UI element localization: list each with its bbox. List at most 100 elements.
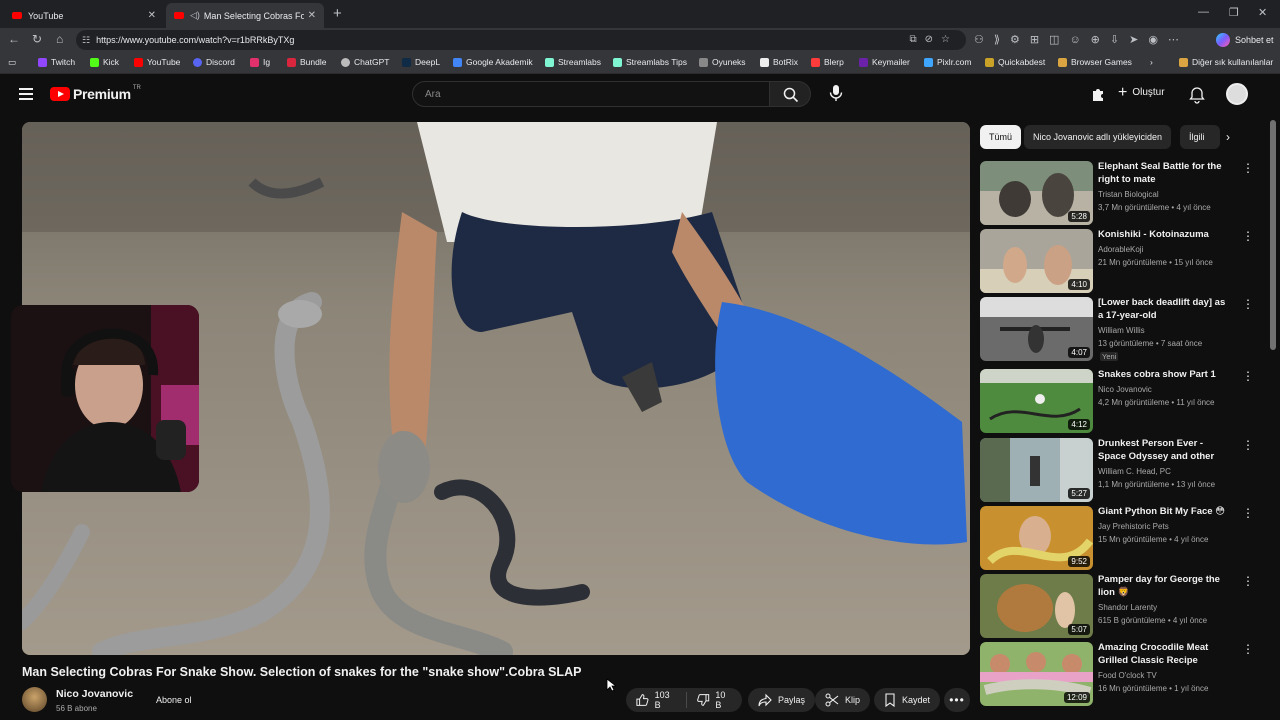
other-bookmarks[interactable]: Diğer sık kullanılanlar: [1179, 57, 1273, 67]
more-vertical-icon[interactable]: ⋮: [1242, 162, 1254, 174]
copilot-chat-button[interactable]: Sohbet et: [1214, 31, 1280, 49]
video-thumbnail[interactable]: 5:28: [980, 161, 1093, 225]
rec-title: [Lower back deadlift day] as a 17-year-o…: [1098, 297, 1226, 321]
video-thumbnail[interactable]: 5:27: [980, 438, 1093, 502]
back-icon[interactable]: ←: [8, 32, 20, 46]
search-button[interactable]: [769, 81, 811, 107]
bookmark-quickabdest[interactable]: Quickabdest: [985, 57, 1045, 67]
rec-channel: Jay Prehistoric Pets: [1098, 522, 1169, 531]
rec-meta: 21 Mn görüntüleme • 15 yıl önce: [1098, 258, 1213, 267]
dislike-button[interactable]: 10 B: [696, 690, 732, 710]
bookmark-ig[interactable]: Ig: [250, 57, 270, 67]
extension-puzzle-icon[interactable]: [1090, 86, 1106, 102]
bookmark-pixlr[interactable]: Pixlr.com: [924, 57, 971, 67]
bookmark-twitch[interactable]: Twitch: [38, 57, 75, 67]
youtube-premium-logo[interactable]: Premium TR: [50, 85, 141, 102]
more-bookmarks-icon[interactable]: ›: [1150, 57, 1153, 67]
recommendation-item[interactable]: 4:12 Snakes cobra show Part 1 Nico Jovan…: [980, 369, 1270, 433]
recommendation-item[interactable]: 12:09 Amazing Crocodile Meat Grilled Cla…: [980, 642, 1270, 706]
bookmark-kick[interactable]: Kick: [90, 57, 119, 67]
home-icon[interactable]: ⌂: [56, 32, 63, 46]
clip-button[interactable]: Klip: [815, 688, 871, 712]
more-vertical-icon[interactable]: ⋮: [1242, 230, 1254, 242]
video-thumbnail[interactable]: 12:09: [980, 642, 1093, 706]
plus-icon: +: [1118, 83, 1128, 101]
minimize-icon[interactable]: —: [1198, 6, 1209, 18]
bookmark-botrix[interactable]: BotRix: [760, 57, 798, 67]
site-info-icon[interactable]: ☷: [82, 35, 90, 46]
video-thumbnail[interactable]: 4:12: [980, 369, 1093, 433]
rec-title: Pamper day for George the lion 🦁: [1098, 574, 1220, 598]
video-thumbnail[interactable]: 4:10: [980, 229, 1093, 293]
bookmark-browser-games[interactable]: Browser Games: [1058, 57, 1132, 67]
close-window-icon[interactable]: ✕: [1258, 6, 1267, 19]
address-bar[interactable]: ☷ https://www.youtube.com/watch?v=r1bRRk…: [76, 30, 966, 50]
more-vertical-icon[interactable]: ⋮: [1242, 298, 1254, 310]
recommendation-item[interactable]: 5:27 Drunkest Person Ever - Space Odysse…: [980, 438, 1270, 502]
speaker-icon[interactable]: ◁): [190, 10, 200, 21]
notifications-bell-icon[interactable]: [1189, 86, 1205, 104]
video-thumbnail[interactable]: 4:07: [980, 297, 1093, 361]
recommendation-item[interactable]: 5:28 Elephant Seal Battle for the right …: [980, 161, 1270, 225]
browser-tab-video[interactable]: ◁) Man Selecting Cobras For Sna ✕: [166, 3, 324, 28]
search-input[interactable]: Ara: [412, 81, 770, 107]
browser-tab-youtube[interactable]: YouTube ✕: [4, 3, 164, 28]
channel-name[interactable]: Nico Jovanovic: [56, 688, 133, 700]
like-count: 103 B: [654, 690, 670, 710]
bookmark-deepl[interactable]: DeepL: [402, 57, 440, 67]
close-tab-icon[interactable]: ✕: [308, 10, 316, 21]
more-vertical-icon[interactable]: ⋮: [1242, 370, 1254, 382]
close-tab-icon[interactable]: ✕: [148, 10, 156, 21]
streamer-webcam-image: [11, 305, 199, 492]
duration-badge: 4:10: [1068, 279, 1090, 290]
reload-icon[interactable]: ↻: [32, 32, 42, 46]
restore-icon[interactable]: ❐: [1229, 6, 1239, 19]
account-avatar[interactable]: [1226, 83, 1248, 105]
microphone-icon[interactable]: [826, 83, 846, 103]
copilot-icon: [1216, 33, 1230, 47]
duration-badge: 5:27: [1068, 488, 1090, 499]
bookmarks-menu-icon[interactable]: ▭: [8, 57, 16, 68]
chip-from-uploader[interactable]: Nico Jovanovic adlı yükleyiciden: [1024, 125, 1172, 149]
bookmark-keymailer[interactable]: Keymailer: [859, 57, 910, 67]
rec-meta: 4,2 Mn görüntüleme • 11 yıl önce: [1098, 398, 1215, 407]
bookmark-oyuneks[interactable]: Oyuneks: [699, 57, 746, 67]
url-text: https://www.youtube.com/watch?v=r1bRRkBy…: [96, 35, 295, 45]
chip-related[interactable]: İlgili: [1180, 125, 1220, 149]
create-button[interactable]: + Oluştur: [1118, 83, 1165, 101]
save-button[interactable]: Kaydet: [874, 688, 941, 712]
bookmark-chatgpt[interactable]: ChatGPT: [341, 57, 389, 67]
chevron-right-icon[interactable]: ›: [1226, 130, 1230, 144]
more-vertical-icon[interactable]: ⋮: [1242, 439, 1254, 451]
rec-title: Konishiki - Kotoinazuma: [1098, 229, 1209, 240]
like-button[interactable]: 103 B: [636, 690, 676, 710]
more-vertical-icon[interactable]: ⋮: [1242, 643, 1254, 655]
bookmark-streamlabs[interactable]: Streamlabs: [545, 57, 601, 67]
tab-title: Man Selecting Cobras For Sna: [203, 10, 304, 21]
bookmark-bundle[interactable]: Bundle: [287, 57, 326, 67]
channel-avatar[interactable]: [22, 687, 47, 712]
bookmark-youtube[interactable]: YouTube: [134, 57, 180, 67]
bookmark-google-akademik[interactable]: Google Akademik: [453, 57, 533, 67]
extensions-icon[interactable]: ⚇⟫⚙⊞◫☺⊕⇩➤◉⋯: [974, 33, 1189, 46]
recommendation-item[interactable]: 4:07 [Lower back deadlift day] as a 17-y…: [980, 297, 1270, 361]
tab-title: YouTube: [28, 10, 64, 21]
recommendation-item[interactable]: 5:07 Pamper day for George the lion 🦁 Sh…: [980, 574, 1270, 638]
recommendation-item[interactable]: 4:10 Konishiki - Kotoinazuma AdorableKoj…: [980, 229, 1270, 293]
page-scrollbar[interactable]: [1270, 120, 1276, 350]
bookmark-blerp[interactable]: Blerp: [811, 57, 844, 67]
recommendation-item[interactable]: 9:52 Giant Python Bit My Face 😳 Jay Preh…: [980, 506, 1270, 570]
share-button[interactable]: Paylaş: [748, 688, 816, 712]
bookmark-discord[interactable]: Discord: [193, 57, 235, 67]
more-vertical-icon[interactable]: ⋮: [1242, 507, 1254, 519]
subscribe-button[interactable]: Abone ol: [146, 688, 202, 712]
chip-all[interactable]: Tümü: [980, 125, 1022, 149]
video-thumbnail[interactable]: 5:07: [980, 574, 1093, 638]
address-bar-actions-icon[interactable]: ⧉⊘☆: [910, 34, 958, 45]
new-tab-icon[interactable]: +: [333, 5, 342, 22]
menu-icon[interactable]: [19, 88, 33, 100]
more-vertical-icon[interactable]: ⋮: [1242, 575, 1254, 587]
more-actions-button[interactable]: •••: [944, 688, 970, 712]
bookmark-streamlabs-tips[interactable]: Streamlabs Tips: [613, 57, 687, 67]
video-thumbnail[interactable]: 9:52: [980, 506, 1093, 570]
